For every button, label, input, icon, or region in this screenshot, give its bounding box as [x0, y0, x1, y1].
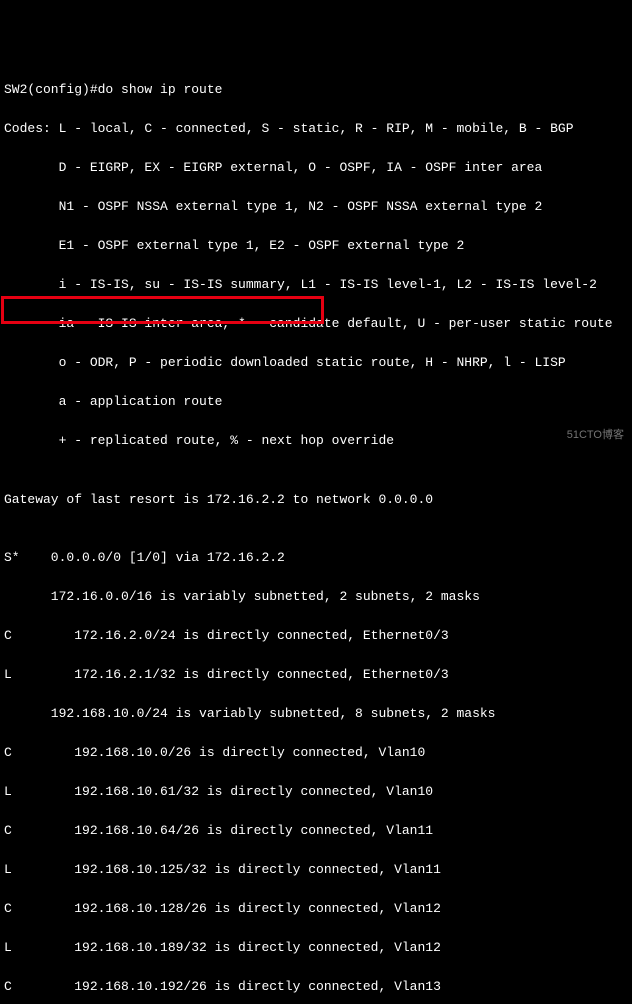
codes-line: + - replicated route, % - next hop overr…: [4, 431, 628, 451]
route-line: L 192.168.10.61/32 is directly connected…: [4, 782, 628, 802]
codes-line: o - ODR, P - periodic downloaded static …: [4, 353, 628, 373]
route-line: C 192.168.10.0/26 is directly connected,…: [4, 743, 628, 763]
codes-line: a - application route: [4, 392, 628, 412]
watermark-text: 51CTO博客: [567, 427, 624, 444]
route-line: 192.168.10.0/24 is variably subnetted, 8…: [4, 704, 628, 724]
route-line: L 172.16.2.1/32 is directly connected, E…: [4, 665, 628, 685]
codes-line: N1 - OSPF NSSA external type 1, N2 - OSP…: [4, 197, 628, 217]
gateway-line: Gateway of last resort is 172.16.2.2 to …: [4, 490, 628, 510]
codes-line: E1 - OSPF external type 1, E2 - OSPF ext…: [4, 236, 628, 256]
route-line: C 172.16.2.0/24 is directly connected, E…: [4, 626, 628, 646]
route-line: L 192.168.10.189/32 is directly connecte…: [4, 938, 628, 958]
codes-line: i - IS-IS, su - IS-IS summary, L1 - IS-I…: [4, 275, 628, 295]
codes-line: ia - IS-IS inter area, * - candidate def…: [4, 314, 628, 334]
route-line: C 192.168.10.128/26 is directly connecte…: [4, 899, 628, 919]
route-line: L 192.168.10.125/32 is directly connecte…: [4, 860, 628, 880]
codes-header: Codes: L - local, C - connected, S - sta…: [4, 119, 628, 139]
codes-line: D - EIGRP, EX - EIGRP external, O - OSPF…: [4, 158, 628, 178]
route-line: C 192.168.10.64/26 is directly connected…: [4, 821, 628, 841]
route-line: C 192.168.10.192/26 is directly connecte…: [4, 977, 628, 997]
command-text: do show ip route: [98, 82, 223, 97]
config-prompt: SW2(config)#: [4, 82, 98, 97]
default-route: S* 0.0.0.0/0 [1/0] via 172.16.2.2: [4, 548, 628, 568]
prompt-line: SW2(config)#do show ip route: [4, 80, 628, 100]
route-line: 172.16.0.0/16 is variably subnetted, 2 s…: [4, 587, 628, 607]
